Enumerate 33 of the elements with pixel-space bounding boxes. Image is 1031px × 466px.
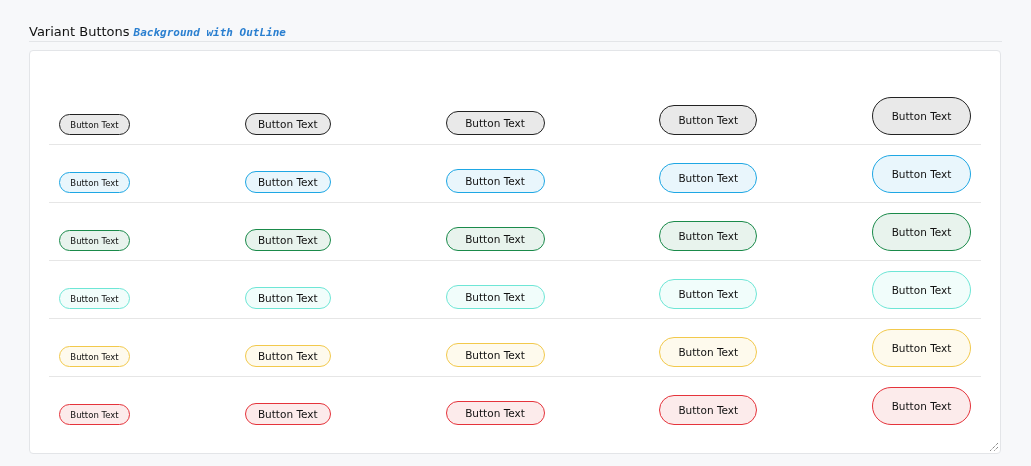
outline-button[interactable]: Button Text — [872, 387, 971, 425]
outline-button[interactable]: Button Text — [445, 343, 545, 367]
outline-button[interactable]: Button Text — [659, 163, 758, 193]
outline-button[interactable]: Button Text — [59, 172, 130, 193]
outline-button[interactable]: Button Text — [659, 395, 758, 425]
outline-button[interactable]: Button Text — [244, 171, 331, 193]
section-subtitle: Background with OutLine — [133, 26, 286, 39]
resize-grip-icon[interactable] — [990, 443, 998, 451]
outline-button[interactable]: Button Text — [659, 337, 758, 367]
outline-button[interactable]: Button Text — [872, 97, 971, 135]
outline-button[interactable]: Button Text — [59, 114, 130, 135]
outline-button[interactable]: Button Text — [244, 345, 331, 367]
outline-button[interactable]: Button Text — [59, 404, 130, 425]
outline-button[interactable]: Button Text — [445, 169, 545, 193]
section-title: Variant Buttons — [29, 24, 130, 39]
outline-button[interactable]: Button Text — [59, 230, 130, 251]
outline-button[interactable]: Button Text — [445, 401, 545, 425]
outline-button[interactable]: Button Text — [445, 227, 545, 251]
outline-button[interactable]: Button Text — [445, 285, 545, 309]
outline-button[interactable]: Button Text — [872, 213, 971, 251]
outline-button[interactable]: Button Text — [659, 221, 758, 251]
outline-button[interactable]: Button Text — [659, 105, 758, 135]
outline-button[interactable]: Button Text — [445, 111, 545, 135]
outline-button[interactable]: Button Text — [59, 346, 130, 367]
outline-button[interactable]: Button Text — [659, 279, 758, 309]
outline-button[interactable]: Button Text — [244, 403, 331, 425]
outline-button[interactable]: Button Text — [872, 329, 971, 367]
outline-button[interactable]: Button Text — [244, 287, 331, 309]
outline-button[interactable]: Button Text — [244, 229, 331, 251]
outline-button[interactable]: Button Text — [59, 288, 130, 309]
outline-button[interactable]: Button Text — [244, 113, 331, 135]
outline-button[interactable]: Button Text — [872, 155, 971, 193]
outline-button[interactable]: Button Text — [872, 271, 971, 309]
